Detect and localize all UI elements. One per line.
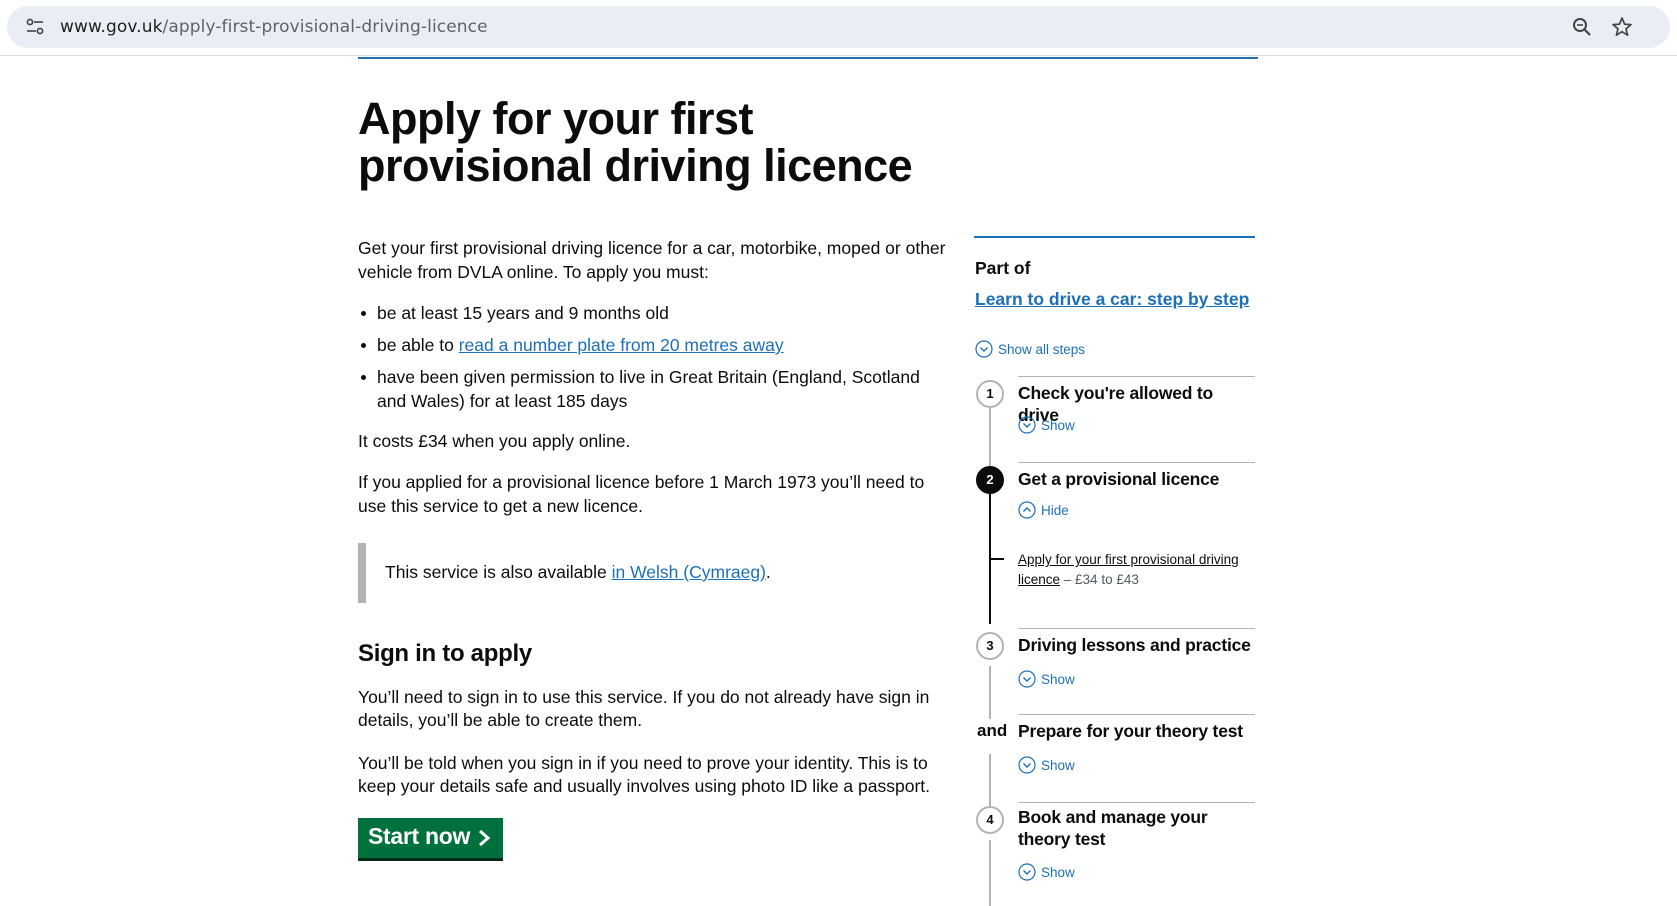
start-now-button[interactable]: Start now — [358, 818, 503, 858]
bookmark-star-icon[interactable] — [1610, 15, 1634, 39]
requirement-eyesight-prefix: be able to — [377, 335, 459, 355]
step-show-label: Show — [1041, 671, 1075, 687]
requirement-age: be at least 15 years and 9 months old — [358, 301, 948, 325]
step-show-button[interactable]: Show — [1018, 670, 1075, 688]
part-of-label: Part of — [975, 258, 1031, 278]
step-divider — [1018, 462, 1255, 463]
step-divider — [1018, 714, 1255, 715]
step-divider — [1018, 376, 1255, 377]
sign-in-heading: Sign in to apply — [358, 640, 532, 667]
url-text[interactable]: www.gov.uk/apply-first-provisional-drivi… — [60, 17, 488, 37]
step-title[interactable]: Get a provisional licence — [1018, 468, 1258, 490]
chevron-down-circle-icon — [1018, 756, 1036, 774]
step-connector — [989, 754, 991, 812]
step-title[interactable]: Prepare for your theory test — [1018, 720, 1258, 742]
step-divider — [1018, 628, 1255, 629]
step-number-circle: 1 — [976, 380, 1004, 408]
pre-1973-text: If you applied for a provisional licence… — [358, 472, 925, 516]
inset-prefix: This service is also available — [385, 562, 612, 582]
requirement-eyesight: be able to read a number plate from 20 m… — [358, 333, 948, 357]
url-path: /apply-first-provisional-driving-licence — [162, 17, 488, 37]
site-info-icon[interactable] — [25, 18, 45, 36]
welsh-inset: This service is also available in Welsh … — [358, 543, 918, 603]
sub-step-dash — [990, 558, 1004, 560]
browser-toolbar: www.gov.uk/apply-first-provisional-drivi… — [0, 0, 1677, 56]
chevron-down-circle-icon — [1018, 863, 1036, 881]
chevron-right-icon — [479, 829, 491, 847]
zoom-icon[interactable] — [1571, 16, 1593, 38]
step-number-circle: 4 — [976, 806, 1004, 834]
url-domain: www.gov.uk — [60, 17, 163, 37]
step-show-label: Show — [1041, 757, 1075, 773]
intro-section: Get your first provisional driving licen… — [358, 236, 948, 535]
show-all-steps-button[interactable]: Show all steps — [975, 340, 1085, 358]
chevron-down-circle-icon — [1018, 416, 1036, 434]
step-show-button[interactable]: Show — [1018, 756, 1075, 774]
step-connector — [989, 840, 991, 906]
requirement-residency: have been given permission to live in Gr… — [358, 365, 948, 413]
sidebar-blue-rule — [974, 236, 1255, 238]
step-number-circle-active: 2 — [976, 466, 1004, 494]
number-plate-link[interactable]: read a number plate from 20 metres away — [459, 335, 784, 355]
step-by-step-link[interactable]: Learn to drive a car: step by step — [975, 289, 1249, 310]
chevron-down-circle-icon — [975, 340, 993, 358]
sign-in-paragraph-1: You’ll need to sign in to use this servi… — [358, 687, 930, 730]
step-show-label: Show — [1041, 864, 1075, 880]
cost-text: It costs £34 when you apply online. — [358, 431, 631, 451]
step-show-button[interactable]: Show — [1018, 416, 1075, 434]
step-connector — [989, 408, 991, 466]
start-now-label: Start now — [368, 823, 471, 849]
step-and-label: and — [977, 719, 1008, 743]
header-blue-rule — [358, 57, 1258, 59]
step-show-button[interactable]: Show — [1018, 863, 1075, 881]
sub-step-cost: – £34 to £43 — [1060, 572, 1139, 587]
page-title: Apply for your first provisional driving… — [358, 93, 913, 191]
show-all-steps-label: Show all steps — [998, 341, 1086, 357]
chevron-up-circle-icon — [1018, 501, 1036, 519]
chevron-down-circle-icon — [1018, 670, 1036, 688]
welsh-link[interactable]: in Welsh (Cymraeg) — [612, 562, 766, 582]
address-bar[interactable]: www.gov.uk/apply-first-provisional-drivi… — [7, 6, 1670, 48]
step-hide-button[interactable]: Hide — [1018, 501, 1069, 519]
step-divider — [1018, 802, 1255, 803]
requirements-list: be at least 15 years and 9 months old be… — [358, 301, 948, 413]
sign-in-paragraph-2: You’ll be told when you sign in if you n… — [358, 753, 930, 796]
step-show-label: Show — [1041, 417, 1075, 433]
step-connector — [989, 666, 991, 726]
intro-text: Get your first provisional driving licen… — [358, 238, 946, 282]
step-title[interactable]: Book and manage your theory test — [1018, 806, 1258, 850]
sign-in-section: You’ll need to sign in to use this servi… — [358, 686, 938, 818]
step-hide-label: Hide — [1041, 502, 1069, 518]
inset-suffix: . — [765, 562, 771, 582]
step-title[interactable]: Driving lessons and practice — [1018, 634, 1258, 656]
step-number-circle: 3 — [976, 632, 1004, 660]
sub-step-item: Apply for your first provisional driving… — [1018, 550, 1258, 590]
